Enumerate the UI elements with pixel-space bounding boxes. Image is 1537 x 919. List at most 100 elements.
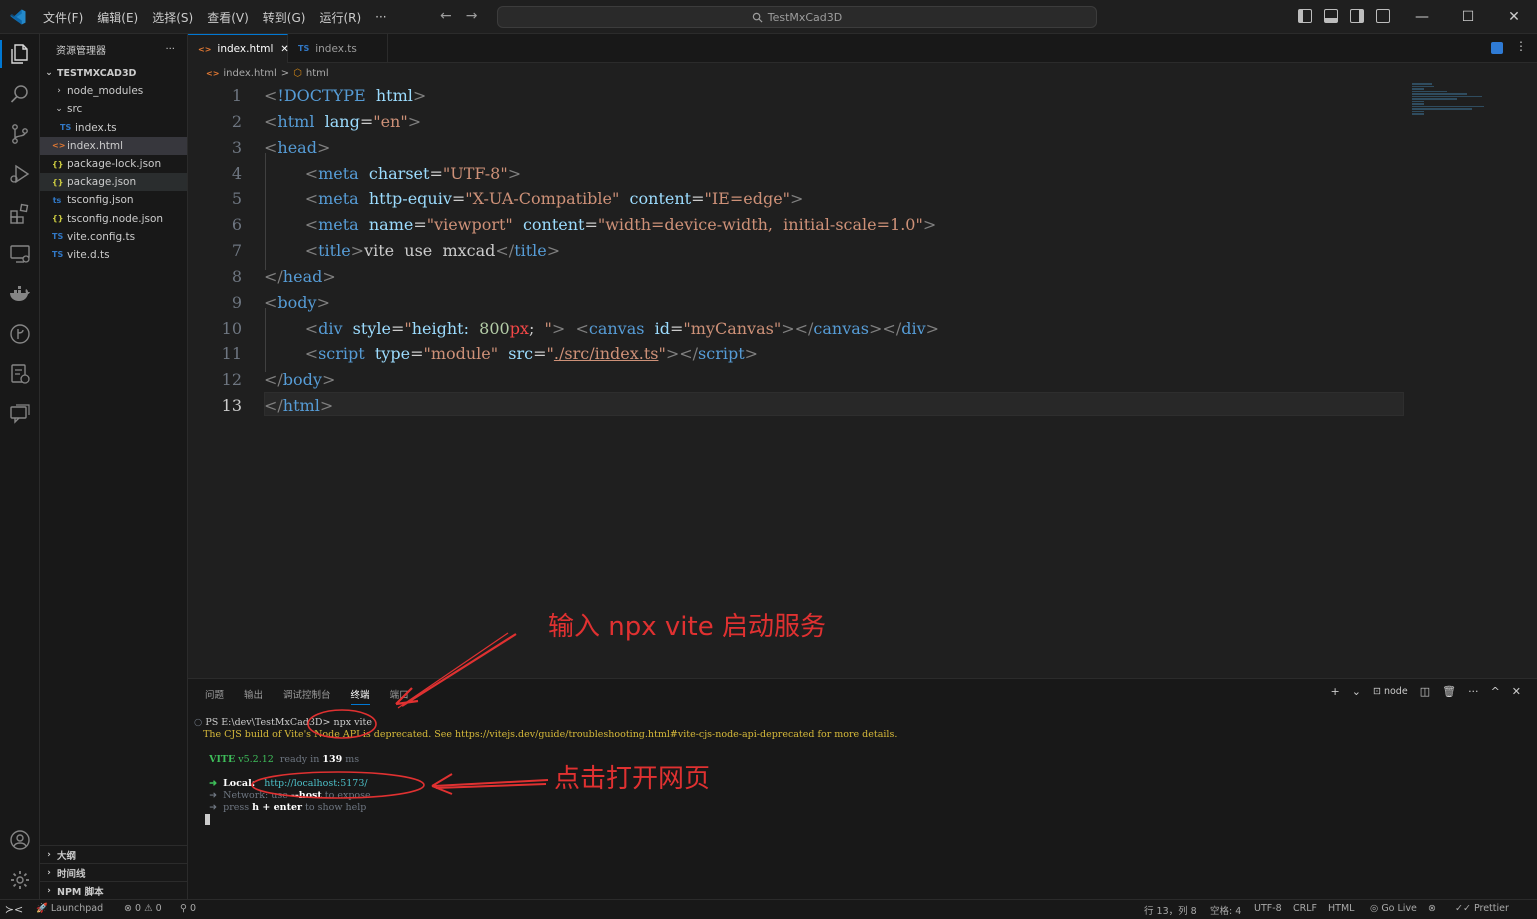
tree-item-index-ts[interactable]: TS index.ts [40,119,187,137]
editor-more-icon[interactable]: ⋮ [1515,39,1527,53]
extensions-icon[interactable] [8,202,32,226]
vscode-logo-icon [10,9,26,25]
more-icon[interactable]: ··· [1468,685,1479,698]
maximize-icon[interactable]: ☐ [1445,0,1491,34]
tab-debug-console[interactable]: 调试控制台 [283,687,331,705]
menu-view[interactable]: 查看(V) [200,9,256,26]
run-debug-icon[interactable] [8,162,32,186]
timeline-section[interactable]: › 时间线 [40,863,188,881]
git-graph-icon[interactable] [8,322,32,346]
code-line-3: <head> [264,138,331,157]
menu-go[interactable]: 转到(G) [256,9,313,26]
toggle-primary-sidebar-icon[interactable] [1298,9,1312,23]
tab-index-html[interactable]: <> index.html ✕ [188,34,289,63]
remote-explorer-icon[interactable] [8,242,32,266]
tree-item-label: node_modules [67,85,144,98]
tree-item-node-modules[interactable]: › node_modules [40,82,187,100]
trash-icon[interactable]: 🗑 [1442,685,1456,698]
code-editor[interactable]: 1 2 3 4 5 6 7 8 9 10 11 12 13 <!DOCTYPE … [188,83,1537,678]
tab-index-ts[interactable]: TS index.ts [288,34,388,63]
breadcrumb: <> index.html > ⬡ html [188,63,329,83]
local-url-link[interactable]: http://localhost:5173/ [264,778,367,789]
npm-scripts-section[interactable]: › NPM 脚本 [40,881,188,899]
open-preview-icon[interactable] [1491,42,1503,54]
back-arrow-icon[interactable]: ← [440,8,452,24]
chevron-down-icon: ⌄ [55,104,63,115]
explorer-icon[interactable] [8,42,32,66]
forward-arrow-icon[interactable]: → [466,8,478,24]
menu-selection[interactable]: 选择(S) [145,9,200,26]
outline-label: 大纲 [57,850,77,862]
breadcrumb-element[interactable]: html [306,68,329,79]
close-window-icon[interactable]: ✕ [1491,0,1537,34]
new-terminal-icon[interactable]: + [1331,685,1340,698]
tab-output[interactable]: 输出 [244,687,263,705]
panel-tabs: 问题 输出 调试控制台 终端 端口 [205,687,409,705]
code-line-8: </head> [264,267,336,286]
split-terminal-icon[interactable]: ◫ [1420,685,1430,698]
src-link[interactable]: ./src/index.ts [554,344,659,363]
double-check-icon: ✓✓ [1455,903,1474,914]
maximize-panel-icon[interactable]: ^ [1491,685,1500,698]
tree-item-vite-config-ts[interactable]: TS vite.config.ts [40,228,187,246]
explorer-sidebar: 资源管理器 ··· ⌄ TESTMXCAD3D › node_modules ⌄ … [40,34,188,899]
chevron-right-icon: › [57,86,61,97]
menu-file[interactable]: 文件(F) [36,9,90,26]
line-number: 7 [231,241,242,260]
terminal-dropdown-icon[interactable]: ⌄ [1352,685,1361,698]
terminal-name: node [1383,686,1408,697]
terminal-warning: The CJS build of Vite's Node API is depr… [203,729,898,741]
ports-item[interactable]: ⚲ 0 [180,903,196,914]
breadcrumb-file[interactable]: index.html [223,68,276,79]
search-icon[interactable] [8,82,32,106]
toggle-secondary-sidebar-icon[interactable] [1350,9,1364,23]
terminal-output[interactable]: ○ PS E:\dev\TestMxCad3D> npx vite The CJ… [194,717,897,815]
remote-indicator[interactable]: ≻< [0,900,28,919]
tab-problems[interactable]: 问题 [205,687,224,705]
copilot-icon[interactable]: ⊗ [1428,903,1436,914]
tab-ports[interactable]: 端口 [390,687,409,705]
tree-item-index-html[interactable]: <> index.html [40,136,187,155]
tree-item-tsconfig-node-json[interactable]: {} tsconfig.node.json [40,210,187,228]
project-folder[interactable]: ⌄ TESTMXCAD3D [40,64,187,82]
tree-item-src[interactable]: ⌄ src [40,100,187,118]
menu-run[interactable]: 运行(R) [312,9,368,26]
tree-item-vite-d-ts[interactable]: TS vite.d.ts [40,246,187,264]
docker-icon[interactable] [8,282,32,306]
minimap[interactable] [1412,83,1492,123]
problems-item[interactable]: ⊗ 0 ⚠ 0 [124,903,162,914]
tree-item-tsconfig-json[interactable]: ts tsconfig.json [40,191,187,209]
cursor-position[interactable]: 行 13，列 8 [1144,903,1197,917]
explorer-more-icon[interactable]: ··· [165,44,175,55]
panel-controls: + ⌄ ⊡ node ◫ 🗑 ··· ^ ✕ [1331,685,1521,698]
tree-item-package-json[interactable]: {} package.json [40,173,187,192]
search-icon [752,12,763,23]
encoding[interactable]: UTF-8 [1254,903,1282,914]
minimize-icon[interactable]: — [1399,0,1445,34]
code-line-9: <body> [264,293,330,312]
typescript-file-icon: TS [52,232,64,242]
toggle-panel-icon[interactable] [1324,9,1338,23]
menu-edit[interactable]: 编辑(E) [90,9,145,26]
prettier-item[interactable]: ✓✓ Prettier [1455,903,1509,914]
testing-icon[interactable] [8,362,32,386]
language-mode[interactable]: HTML [1328,903,1354,914]
customize-layout-icon[interactable] [1376,9,1390,23]
end-of-line[interactable]: CRLF [1293,903,1317,914]
code-line-5: <meta http-equiv="X-UA-Compatible" conte… [304,189,804,208]
close-panel-icon[interactable]: ✕ [1512,685,1521,698]
account-icon[interactable] [8,828,32,852]
settings-gear-icon[interactable] [8,868,32,892]
tree-item-package-lock-json[interactable]: {} package-lock.json [40,155,187,173]
go-live-item[interactable]: ◎ Go Live [1370,903,1417,914]
tree-item-label: package-lock.json [67,158,162,171]
launchpad-item[interactable]: 🚀 Launchpad [36,903,103,914]
outline-section[interactable]: › 大纲 [40,845,188,863]
source-control-icon[interactable] [8,122,32,146]
menu-more[interactable]: ··· [368,10,393,24]
command-center-search[interactable]: TestMxCad3D [497,6,1097,28]
indentation[interactable]: 空格: 4 [1210,903,1241,917]
tab-terminal[interactable]: 终端 [350,687,370,705]
comments-icon[interactable] [8,402,32,426]
terminal-instance[interactable]: ⊡ node [1373,686,1408,697]
